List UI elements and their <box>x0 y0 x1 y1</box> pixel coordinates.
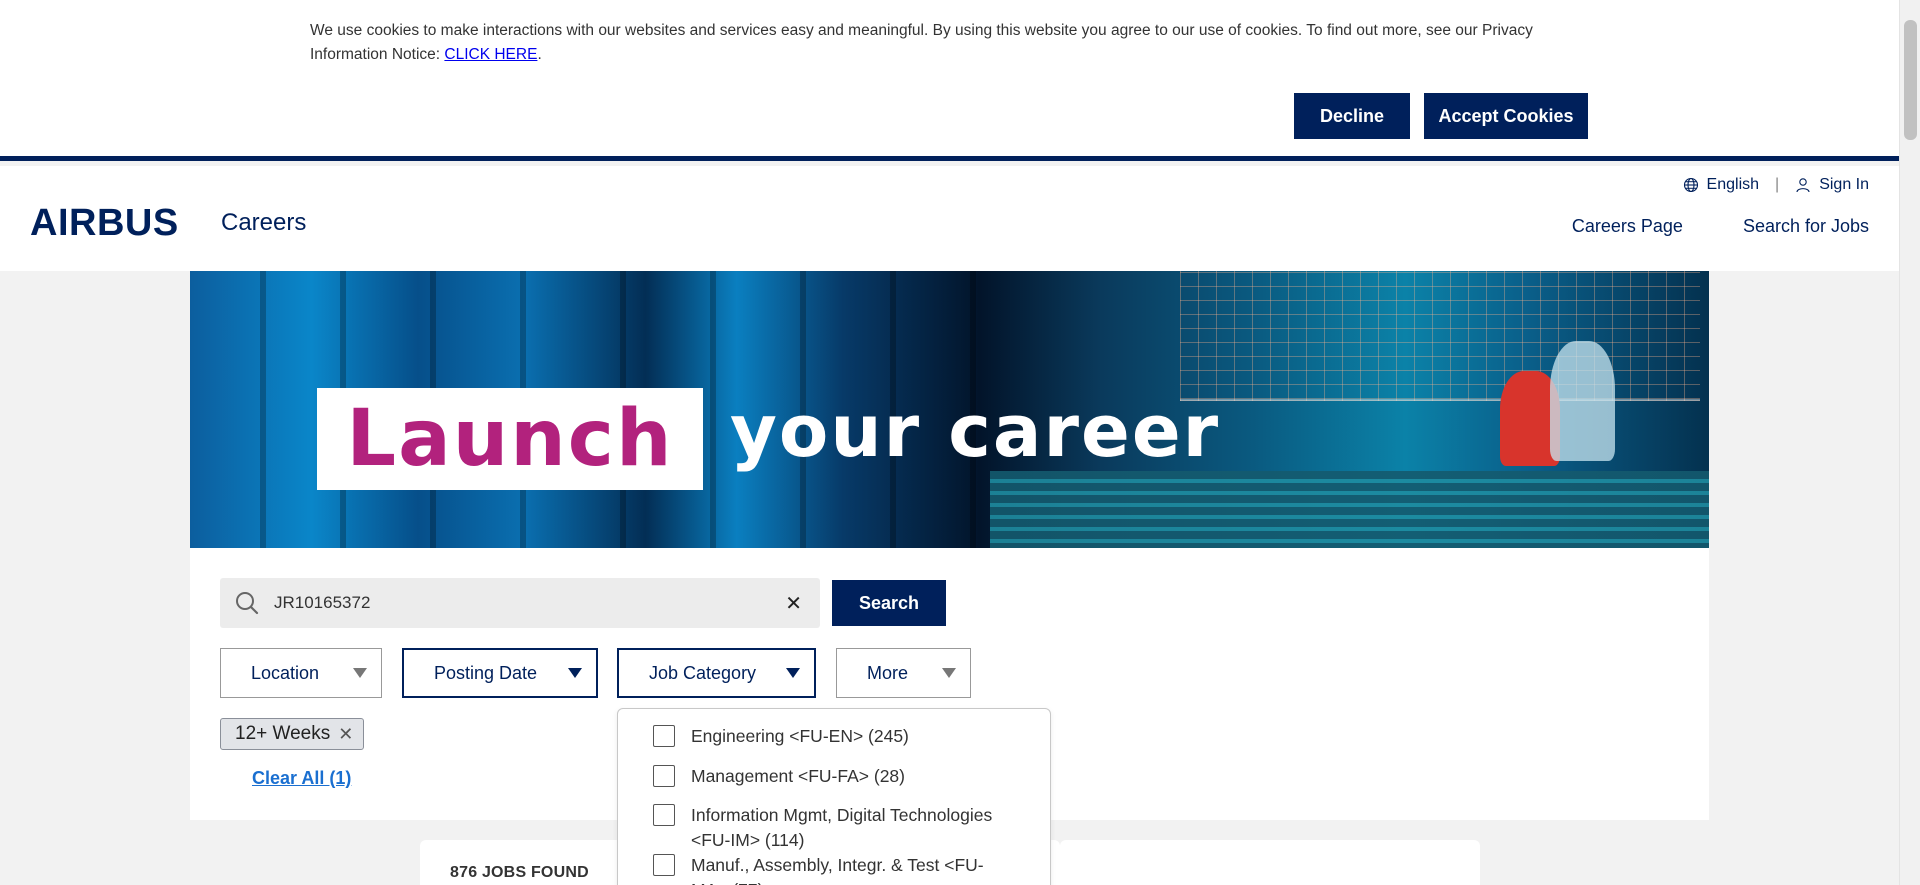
active-filter-chip[interactable]: 12+ Weeks ✕ <box>220 718 365 750</box>
main-nav: Careers Page Search for Jobs <box>1572 216 1869 237</box>
launch-text: Launch <box>346 394 674 484</box>
sign-in-link[interactable]: Sign In <box>1795 176 1869 194</box>
hero-banner: Launch your career <box>190 271 1709 548</box>
clear-search-icon[interactable]: ✕ <box>785 591 802 616</box>
hero-steps <box>990 471 1709 548</box>
option-label: Management <FU-FA> (28) <box>691 766 905 786</box>
jobs-found-count: 876 JOBS FOUND <box>450 864 589 881</box>
hero-figure-white <box>1550 341 1615 461</box>
filter-more[interactable]: More <box>836 648 971 698</box>
caret-down-icon <box>568 668 582 678</box>
hero-stripe <box>260 271 266 548</box>
sign-in-label: Sign In <box>1819 176 1869 193</box>
option-label: Engineering <FU-EN> (245) <box>691 726 909 746</box>
chip-label: 12+ Weeks <box>235 723 331 744</box>
checkbox[interactable] <box>653 854 675 876</box>
filter-label: Location <box>251 662 320 683</box>
side-card <box>1060 840 1480 885</box>
category-option[interactable]: Information Mgmt, Digital Technologies <… <box>653 804 1013 853</box>
globe-icon <box>1683 177 1698 193</box>
category-option[interactable]: Engineering <FU-EN> (245) <box>653 725 909 749</box>
nav-search-for-jobs[interactable]: Search for Jobs <box>1743 216 1869 237</box>
checkbox[interactable] <box>653 804 675 826</box>
option-label: Manuf., Assembly, Integr. & Test <FU-MA>… <box>691 855 984 885</box>
remove-filter-icon[interactable]: ✕ <box>338 724 353 745</box>
job-category-dropdown: Engineering <FU-EN> (245) Management <FU… <box>617 708 1051 885</box>
caret-down-icon <box>353 668 367 678</box>
scrollbar-thumb[interactable] <box>1904 20 1917 140</box>
checkbox[interactable] <box>653 725 675 747</box>
filter-label: Posting Date <box>434 662 538 683</box>
clear-all-link[interactable]: Clear All (1) <box>252 768 351 789</box>
filter-label: Job Category <box>649 662 757 683</box>
caret-down-icon <box>786 668 800 678</box>
privacy-link[interactable]: CLICK HERE <box>444 46 537 63</box>
user-icon <box>1796 178 1810 193</box>
hero-tagline: your career <box>730 389 1221 473</box>
filter-posting-date[interactable]: Posting Date <box>402 648 598 698</box>
filter-job-category[interactable]: Job Category <box>617 648 816 698</box>
accept-cookies-button[interactable]: Accept Cookies <box>1424 93 1588 139</box>
option-label: Information Mgmt, Digital Technologies <… <box>691 805 993 850</box>
filter-label: More <box>867 662 909 683</box>
airbus-logo[interactable]: AIRBUS <box>30 202 179 245</box>
utility-separator: | <box>1775 176 1780 193</box>
category-option[interactable]: Management <FU-FA> (28) <box>653 765 905 789</box>
utility-bar: English | Sign In <box>1683 176 1869 194</box>
nav-careers-page[interactable]: Careers Page <box>1572 216 1683 237</box>
filter-location[interactable]: Location <box>220 648 382 698</box>
hero-stripe <box>710 271 716 548</box>
launch-box: Launch <box>317 388 703 490</box>
hero-panel-grid <box>1180 271 1700 401</box>
cookie-text-end: . <box>537 46 542 63</box>
site-header: AIRBUS Careers English | Sign In Careers… <box>0 166 1899 271</box>
search-icon <box>236 592 259 615</box>
category-option[interactable]: Manuf., Assembly, Integr. & Test <FU-MA>… <box>653 854 1013 885</box>
decline-button[interactable]: Decline <box>1294 93 1410 139</box>
cookie-banner: We use cookies to make interactions with… <box>0 0 1899 161</box>
page-scrollbar[interactable] <box>1899 0 1920 885</box>
search-button[interactable]: Search <box>832 580 946 626</box>
site-title[interactable]: Careers <box>221 209 306 237</box>
cookie-message: We use cookies to make interactions with… <box>310 19 1600 67</box>
checkbox[interactable] <box>653 765 675 787</box>
search-input[interactable]: JR10165372 ✕ <box>220 578 820 628</box>
search-value[interactable]: JR10165372 <box>274 593 370 613</box>
language-label: English <box>1706 176 1760 193</box>
language-selector[interactable]: English <box>1683 176 1759 194</box>
caret-down-icon <box>942 668 956 678</box>
